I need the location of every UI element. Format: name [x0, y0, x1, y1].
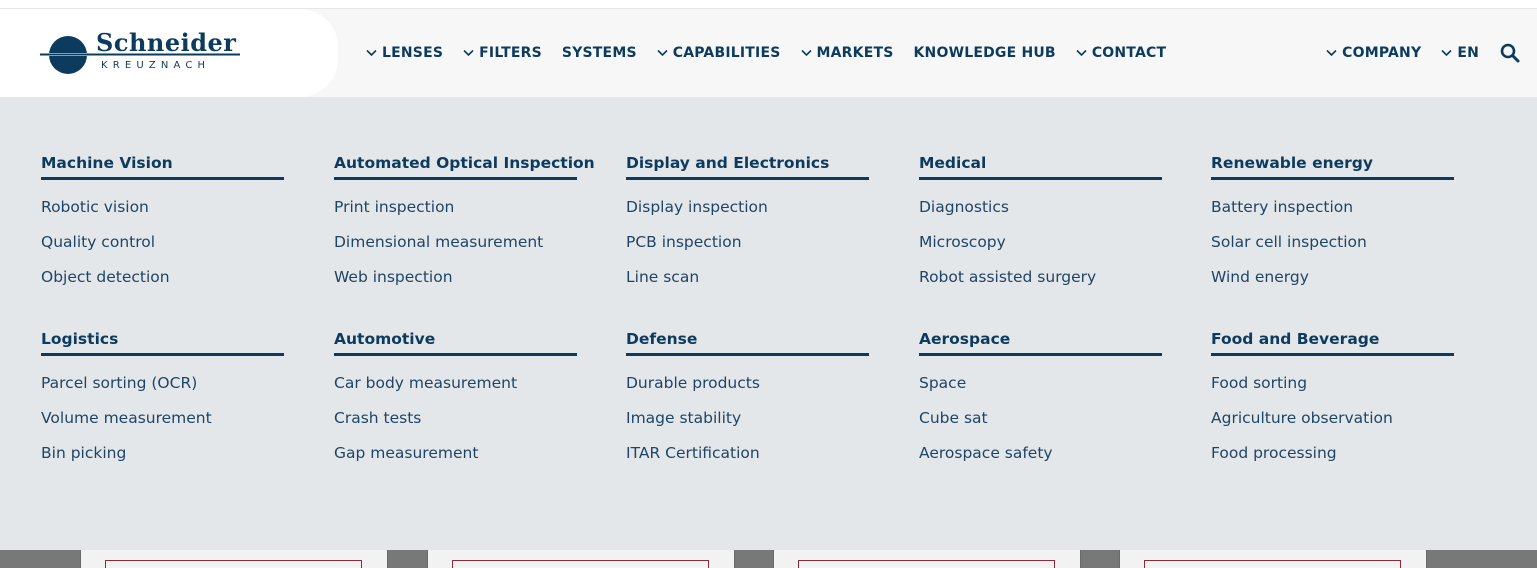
nav-filters-label: FILTERS: [479, 45, 542, 61]
main-nav: LENSES FILTERS SYSTEMS CAPABILITIES MARK…: [366, 9, 1186, 97]
market-link[interactable]: Agriculture observation: [1211, 408, 1454, 443]
market-column-automotive: Automotive Car body measurement Crash te…: [334, 330, 577, 478]
market-link[interactable]: Quality control: [41, 232, 284, 267]
market-link[interactable]: Solar cell inspection: [1211, 232, 1454, 267]
market-heading[interactable]: Automotive: [334, 330, 577, 356]
content-card: [773, 550, 1081, 568]
page-overlay-below: [0, 550, 1537, 568]
chevron-down-icon: [1326, 48, 1337, 59]
market-link[interactable]: Car body measurement: [334, 373, 577, 408]
nav-lenses-label: LENSES: [382, 45, 444, 61]
language-label: EN: [1457, 45, 1479, 61]
nav-systems[interactable]: SYSTEMS: [562, 9, 637, 97]
nav-filters[interactable]: FILTERS: [463, 9, 542, 97]
market-link[interactable]: Durable products: [626, 373, 869, 408]
card-button-outline: [452, 560, 709, 568]
market-heading[interactable]: Defense: [626, 330, 869, 356]
market-column-defense: Defense Durable products Image stability…: [626, 330, 869, 478]
market-column-medical: Medical Diagnostics Microscopy Robot ass…: [919, 154, 1162, 302]
market-link[interactable]: Wind energy: [1211, 267, 1454, 302]
top-border: [0, 0, 1537, 9]
nav-markets-label: MARKETS: [816, 45, 894, 61]
chevron-down-icon: [1076, 48, 1087, 59]
nav-lenses[interactable]: LENSES: [366, 9, 443, 97]
market-link[interactable]: Object detection: [41, 267, 284, 302]
nav-contact-label: CONTACT: [1091, 45, 1167, 61]
nav-systems-label: SYSTEMS: [561, 45, 637, 61]
market-heading[interactable]: Renewable energy: [1211, 154, 1454, 180]
nav-knowledge-hub[interactable]: KNOWLEDGE HUB: [914, 9, 1056, 97]
market-link[interactable]: Display inspection: [626, 197, 869, 232]
market-link[interactable]: Line scan: [626, 267, 869, 302]
chevron-down-icon: [657, 48, 668, 59]
logo-wordmark: Schneider: [96, 29, 236, 57]
nav-capabilities[interactable]: CAPABILITIES: [657, 9, 781, 97]
logo-area: Schneider KREUZNACH: [0, 9, 338, 97]
markets-mega-menu: Machine Vision Robotic vision Quality co…: [0, 97, 1537, 550]
chevron-down-icon: [800, 48, 812, 59]
market-link[interactable]: Dimensional measurement: [334, 232, 577, 267]
nav-markets[interactable]: MARKETS: [800, 9, 894, 97]
market-heading[interactable]: Medical: [919, 154, 1162, 180]
market-link[interactable]: Web inspection: [334, 267, 577, 302]
market-link[interactable]: PCB inspection: [626, 232, 869, 267]
market-link[interactable]: Gap measurement: [334, 443, 577, 478]
market-heading[interactable]: Machine Vision: [41, 154, 284, 180]
schneider-logo[interactable]: Schneider KREUZNACH: [40, 29, 245, 77]
market-link[interactable]: Microscopy: [919, 232, 1162, 267]
market-link[interactable]: Volume measurement: [41, 408, 284, 443]
market-heading[interactable]: Automated Optical Inspection: [334, 154, 595, 180]
market-column-logistics: Logistics Parcel sorting (OCR) Volume me…: [41, 330, 284, 478]
market-link[interactable]: Cube sat: [919, 408, 1162, 443]
nav-capabilities-label: CAPABILITIES: [672, 45, 781, 61]
chevron-down-icon: [366, 48, 377, 59]
language-selector[interactable]: EN: [1441, 9, 1479, 97]
market-heading[interactable]: Food and Beverage: [1211, 330, 1454, 356]
market-link[interactable]: Diagnostics: [919, 197, 1162, 232]
chevron-down-icon: [1441, 48, 1452, 59]
chevron-down-icon: [463, 48, 474, 59]
market-link[interactable]: Bin picking: [41, 443, 284, 478]
market-link[interactable]: Robot assisted surgery: [919, 267, 1162, 302]
card-button-outline: [798, 560, 1055, 568]
nav-company[interactable]: COMPANY: [1326, 9, 1421, 97]
market-link[interactable]: Image stability: [626, 408, 869, 443]
market-link[interactable]: ITAR Certification: [626, 443, 869, 478]
market-link[interactable]: Robotic vision: [41, 197, 284, 232]
card-button-outline: [105, 560, 362, 568]
market-heading[interactable]: Aerospace: [919, 330, 1162, 356]
market-column-aerospace: Aerospace Space Cube sat Aerospace safet…: [919, 330, 1162, 478]
market-link[interactable]: Aerospace safety: [919, 443, 1162, 478]
market-column-food-beverage: Food and Beverage Food sorting Agricultu…: [1211, 330, 1454, 478]
logo-subline: KREUZNACH: [101, 60, 210, 71]
market-column-aoi: Automated Optical Inspection Print inspe…: [334, 154, 595, 302]
market-column-renewable-energy: Renewable energy Battery inspection Sola…: [1211, 154, 1454, 302]
market-link[interactable]: Print inspection: [334, 197, 577, 232]
market-column-machine-vision: Machine Vision Robotic vision Quality co…: [41, 154, 284, 302]
search-icon[interactable]: [1499, 42, 1521, 64]
site-header: Schneider KREUZNACH LENSES FILTERS SYSTE…: [0, 9, 1537, 97]
nav-contact[interactable]: CONTACT: [1076, 9, 1166, 97]
nav-knowledge-hub-label: KNOWLEDGE HUB: [913, 45, 1056, 61]
market-link[interactable]: Crash tests: [334, 408, 577, 443]
market-heading[interactable]: Logistics: [41, 330, 284, 356]
nav-company-label: COMPANY: [1342, 45, 1422, 61]
market-column-display-electronics: Display and Electronics Display inspecti…: [626, 154, 869, 302]
market-link[interactable]: Food sorting: [1211, 373, 1454, 408]
market-link[interactable]: Battery inspection: [1211, 197, 1454, 232]
content-card: [427, 550, 735, 568]
market-link[interactable]: Space: [919, 373, 1162, 408]
content-card: [80, 550, 388, 568]
content-card: [1119, 550, 1427, 568]
market-heading[interactable]: Display and Electronics: [626, 154, 869, 180]
utility-nav: COMPANY EN: [1326, 9, 1521, 97]
card-button-outline: [1144, 560, 1401, 568]
market-link[interactable]: Food processing: [1211, 443, 1454, 478]
market-link[interactable]: Parcel sorting (OCR): [41, 373, 284, 408]
